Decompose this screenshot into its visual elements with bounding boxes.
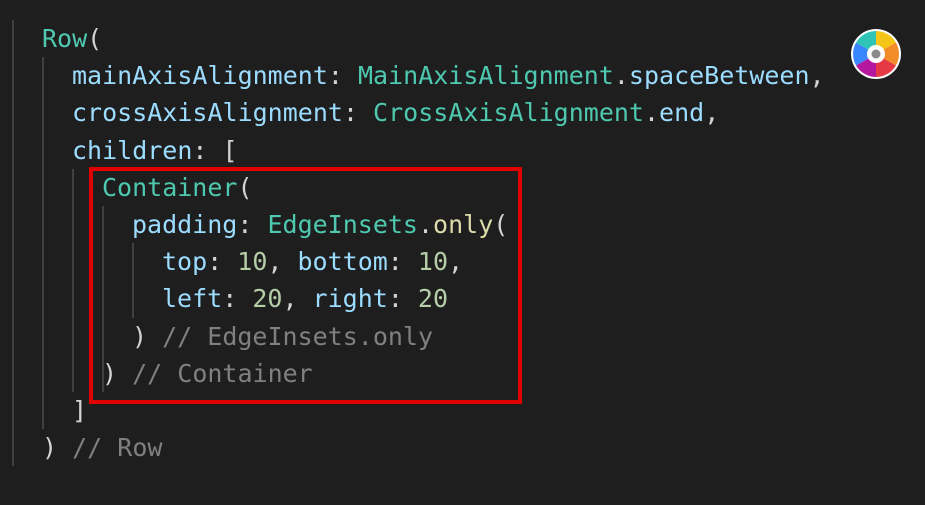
code-token-punctuation: , — [448, 247, 464, 277]
code-token-property: end — [659, 98, 705, 128]
code-line[interactable]: Row( — [42, 20, 102, 57]
code-token-class: Container — [102, 172, 238, 202]
code-token-punctuation: . — [417, 210, 434, 239]
code-token-punctuation: : — [387, 247, 418, 277]
code-token-punctuation: , — [809, 61, 825, 91]
code-token-property: top — [162, 247, 208, 277]
code-token-punctuation: ) — [132, 321, 163, 351]
code-line[interactable]: ] — [72, 392, 87, 429]
code-token-property: spaceBetween — [628, 61, 810, 91]
code-token-comment: // EdgeInsets.only — [162, 321, 434, 351]
code-token-punctuation: : — [207, 247, 238, 277]
code-token-punctuation: : — [327, 61, 358, 91]
code-line[interactable]: top: 10, bottom: 10, — [162, 243, 463, 280]
code-token-number: 10 — [237, 247, 268, 277]
code-token-punctuation: , — [282, 284, 313, 314]
code-line[interactable]: left: 20, right: 20 — [162, 280, 448, 317]
code-line[interactable]: children: [ — [72, 132, 238, 169]
code-token-class: MainAxisAlignment — [357, 61, 614, 91]
color-wheel-icon[interactable] — [850, 28, 902, 80]
code-token-punctuation: , — [704, 98, 720, 128]
code-editor[interactable]: Row(mainAxisAlignment: MainAxisAlignment… — [0, 0, 925, 505]
code-token-punctuation: : — [237, 210, 268, 239]
code-token-number: 20 — [417, 284, 449, 314]
code-token-class: EdgeInsets — [267, 210, 418, 239]
code-token-property: mainAxisAlignment — [72, 61, 328, 91]
code-token-punctuation: : — [387, 284, 418, 314]
code-token-punctuation: ( — [493, 210, 509, 239]
code-line[interactable]: padding: EdgeInsets.only( — [132, 206, 508, 243]
code-token-number: 20 — [252, 284, 283, 314]
code-token-property: children — [72, 135, 193, 165]
code-line[interactable]: ) // Container — [102, 355, 313, 392]
code-line[interactable]: crossAxisAlignment: CrossAxisAlignment.e… — [72, 94, 719, 131]
code-token-property: left — [162, 284, 223, 314]
code-token-punctuation: ] — [72, 396, 88, 425]
code-token-comment: // Row — [72, 433, 163, 463]
code-token-punctuation: : — [222, 284, 253, 314]
code-token-property: crossAxisAlignment — [72, 98, 343, 128]
code-token-punctuation: : — [342, 98, 374, 128]
code-line[interactable]: Container( — [102, 169, 253, 206]
code-line[interactable]: ) // Row — [42, 429, 162, 466]
code-token-punctuation: . — [643, 98, 660, 128]
code-token-punctuation: ( — [87, 24, 103, 53]
code-token-property: bottom — [297, 247, 388, 277]
code-token-punctuation: ) — [102, 358, 133, 388]
indent-guide — [72, 168, 74, 392]
code-token-punctuation: : [ — [192, 135, 238, 165]
code-line[interactable]: mainAxisAlignment: MainAxisAlignment.spa… — [72, 57, 825, 94]
code-token-punctuation: ( — [237, 172, 253, 202]
code-token-punctuation: , — [267, 247, 298, 277]
code-token-class: CrossAxisAlignment — [373, 98, 644, 128]
indent-guide — [42, 57, 44, 430]
code-token-number: 10 — [417, 247, 449, 277]
code-token-function: only — [433, 210, 494, 239]
code-token-property: right — [312, 284, 388, 314]
code-token-punctuation: . — [613, 61, 629, 91]
code-token-comment: // Container — [132, 358, 313, 388]
indent-guide — [12, 20, 14, 467]
code-line[interactable]: ) // EdgeInsets.only — [132, 318, 433, 355]
code-token-property: padding — [132, 210, 238, 239]
code-token-punctuation: ) — [42, 433, 73, 463]
code-token-class: Row — [42, 24, 88, 53]
